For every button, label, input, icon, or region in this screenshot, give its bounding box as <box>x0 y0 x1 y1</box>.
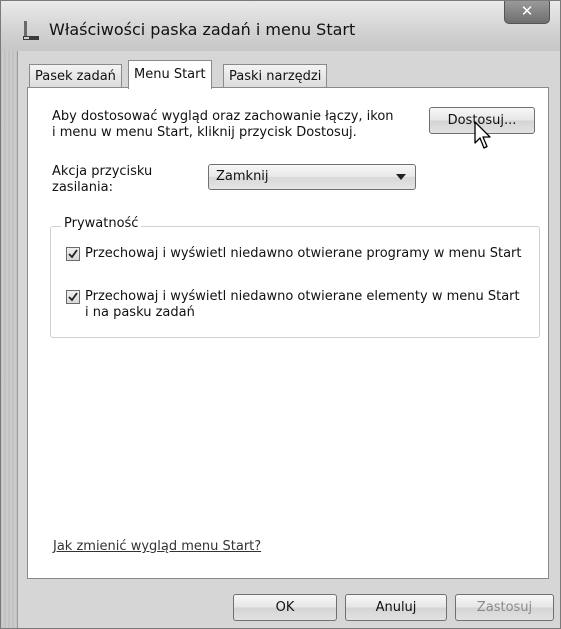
window-left-border <box>1 51 18 628</box>
power-button-action-select[interactable]: Zamknij <box>208 164 416 190</box>
ok-button[interactable]: OK <box>233 594 337 621</box>
checkmark-icon <box>68 292 78 302</box>
power-button-label-line1: Akcja przycisku <box>52 164 153 179</box>
privacy-group-label: Prywatność <box>61 216 142 231</box>
taskbar-properties-icon <box>23 21 39 40</box>
window-title: Właściwości paska zadań i menu Start <box>49 20 356 39</box>
recent-programs-checkbox[interactable] <box>66 247 80 261</box>
tab-start-menu[interactable]: Menu Start <box>128 60 212 89</box>
checkmark-icon <box>68 249 78 259</box>
mouse-pointer-icon <box>474 121 491 149</box>
cancel-button[interactable]: Anuluj <box>345 594 447 621</box>
customize-description-line1: Aby dostosować wygląd oraz zachowanie łą… <box>52 109 394 124</box>
power-button-label-line2: zasilania: <box>52 180 113 195</box>
title-bar[interactable]: Właściwości paska zadań i menu Start ✕ <box>1 1 560 51</box>
tab-taskbar[interactable]: Pasek zadań <box>29 64 122 87</box>
recent-items-label-line2[interactable]: i na pasku zadań <box>85 305 195 321</box>
chevron-down-icon <box>396 174 406 180</box>
power-button-action-value: Zamknij <box>216 169 269 184</box>
customize-description-line2: i menu w menu Start, kliknij przycisk Do… <box>52 125 357 140</box>
close-button[interactable]: ✕ <box>504 1 550 24</box>
recent-items-label-line1[interactable]: Przechowaj i wyświetl niedawno otwierane… <box>85 289 520 305</box>
recent-programs-label[interactable]: Przechowaj i wyświetl niedawno otwierane… <box>85 246 522 262</box>
help-link[interactable]: Jak zmienić wygląd menu Start? <box>53 539 261 554</box>
close-icon: ✕ <box>520 2 534 20</box>
apply-button[interactable]: Zastosuj <box>455 594 554 621</box>
privacy-group <box>50 226 540 338</box>
tab-toolbars[interactable]: Paski narzędzi <box>223 64 328 87</box>
recent-items-checkbox[interactable] <box>66 290 80 304</box>
properties-dialog: Właściwości paska zadań i menu Start ✕ P… <box>0 0 561 629</box>
